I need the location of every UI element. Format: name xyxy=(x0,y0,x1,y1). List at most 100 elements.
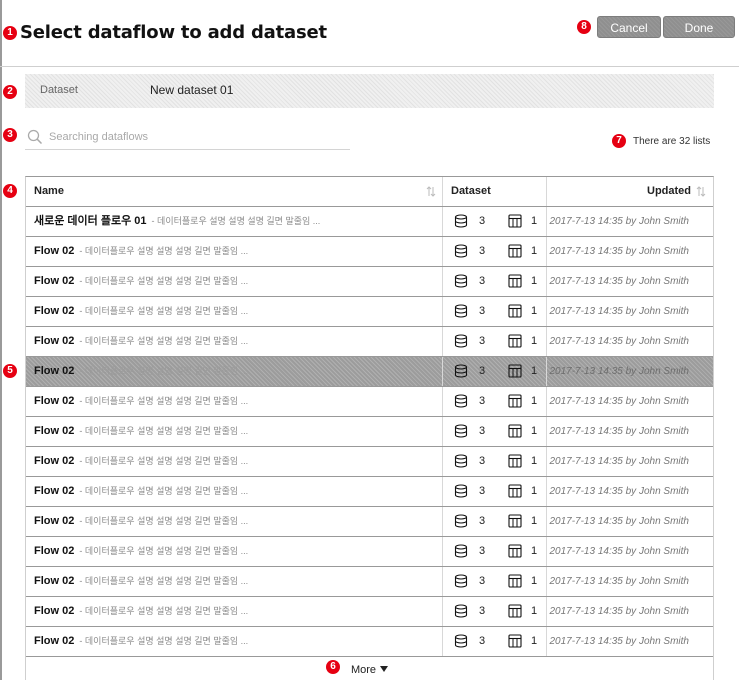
updated-info: 2017-7-13 14:35 by John Smith xyxy=(549,426,689,437)
column-divider xyxy=(546,507,547,536)
table-row[interactable]: Flow 02 - 데이터플로우 설명 설명 설명 길면 말줄임 ... 3 1… xyxy=(26,357,713,387)
flow-description: - 데이터플로우 설명 설명 설명 길면 말줄임 ... xyxy=(79,456,249,466)
done-button[interactable]: Done xyxy=(663,16,735,38)
table-row[interactable]: Flow 02 - 데이터플로우 설명 설명 설명 길면 말줄임 ... 3 1… xyxy=(26,447,713,477)
table-row[interactable]: Flow 02 - 데이터플로우 설명 설명 설명 길면 말줄임 ... 3 1… xyxy=(26,387,713,417)
row-name: Flow 02 - 데이터플로우 설명 설명 설명 길면 말줄임 ... xyxy=(34,477,248,506)
row-name: Flow 02 - 데이터플로우 설명 설명 설명 길면 말줄임 ... xyxy=(34,417,248,446)
flow-name: Flow 02 xyxy=(34,275,75,287)
annotation-badge-4: 4 xyxy=(3,184,17,198)
dataset-label: Dataset xyxy=(40,84,78,96)
column-divider xyxy=(546,417,547,446)
updated-info: 2017-7-13 14:35 by John Smith xyxy=(549,306,689,317)
database-icon xyxy=(454,574,468,588)
more-button[interactable]: More xyxy=(26,657,713,680)
flow-name: 새로운 데이터 플로우 01 xyxy=(34,215,147,227)
flow-name: Flow 02 xyxy=(34,635,75,647)
column-divider xyxy=(442,537,443,566)
column-divider xyxy=(442,627,443,656)
database-icon xyxy=(454,514,468,528)
table-row[interactable]: Flow 02 - 데이터플로우 설명 설명 설명 길면 말줄임 ... 3 1… xyxy=(26,267,713,297)
table-icon xyxy=(508,304,522,318)
column-divider xyxy=(546,387,547,416)
column-header-updated[interactable]: Updated xyxy=(647,177,691,206)
table-icon xyxy=(508,214,522,228)
row-name: Flow 02 - 데이터플로우 설명 설명 설명 길면 말줄임 ... xyxy=(34,267,248,296)
table-icon xyxy=(508,274,522,288)
flow-description: - 데이터플로우 설명 설명 설명 길면 말줄임 ... xyxy=(79,546,249,556)
table-count: 1 xyxy=(531,485,538,497)
table-row[interactable]: Flow 02 - 데이터플로우 설명 설명 설명 길면 말줄임 ... 3 1… xyxy=(26,417,713,447)
sort-icon[interactable] xyxy=(696,186,706,197)
table-count: 1 xyxy=(531,395,538,407)
table-icon xyxy=(508,574,522,588)
table-count: 1 xyxy=(531,335,538,347)
database-icon xyxy=(454,394,468,408)
column-header-name[interactable]: Name xyxy=(34,177,64,206)
updated-info: 2017-7-13 14:35 by John Smith xyxy=(549,486,689,497)
flow-description: - 데이터플로우 설명 설명 설명 길면 말줄임 ... xyxy=(79,336,249,346)
dataset-count: 3 xyxy=(479,305,486,317)
annotation-badge-5: 5 xyxy=(3,364,17,378)
table-row[interactable]: Flow 02 - 데이터플로우 설명 설명 설명 길면 말줄임 ... 3 1… xyxy=(26,237,713,267)
table-icon xyxy=(508,514,522,528)
dataset-count: 3 xyxy=(479,215,486,227)
flow-name: Flow 02 xyxy=(34,485,75,497)
dataset-count: 3 xyxy=(479,545,486,557)
table-row[interactable]: Flow 02 - 데이터플로우 설명 설명 설명 길면 말줄임 ... 3 1… xyxy=(26,567,713,597)
updated-info: 2017-7-13 14:35 by John Smith xyxy=(549,216,689,227)
flow-name: Flow 02 xyxy=(34,605,75,617)
table-count: 1 xyxy=(531,275,538,287)
database-icon xyxy=(454,604,468,618)
table-count: 1 xyxy=(531,635,538,647)
database-icon xyxy=(454,424,468,438)
table-row[interactable]: Flow 02 - 데이터플로우 설명 설명 설명 길면 말줄임 ... 3 1… xyxy=(26,297,713,327)
dataset-count: 3 xyxy=(479,425,486,437)
table-row[interactable]: Flow 02 - 데이터플로우 설명 설명 설명 길면 말줄임 ... 3 1… xyxy=(26,477,713,507)
flow-name: Flow 02 xyxy=(34,545,75,557)
database-icon xyxy=(454,274,468,288)
column-divider xyxy=(442,357,443,386)
table-count: 1 xyxy=(531,425,538,437)
sort-icon[interactable] xyxy=(426,186,436,197)
dataset-count: 3 xyxy=(479,395,486,407)
column-divider xyxy=(442,177,443,206)
table-row[interactable]: Flow 02 - 데이터플로우 설명 설명 설명 길면 말줄임 ... 3 1… xyxy=(26,327,713,357)
column-divider xyxy=(546,327,547,356)
search-input[interactable] xyxy=(49,128,344,146)
table-row[interactable]: 새로운 데이터 플로우 01 - 데이터플로우 설명 설명 설명 길면 말줄임 … xyxy=(26,207,713,237)
flow-description: - 데이터플로우 설명 설명 설명 길면 말줄임 ... xyxy=(79,246,249,256)
table-row[interactable]: Flow 02 - 데이터플로우 설명 설명 설명 길면 말줄임 ... 3 1… xyxy=(26,627,713,657)
row-name: Flow 02 - 데이터플로우 설명 설명 설명 길면 말줄임 ... xyxy=(34,627,248,656)
column-divider xyxy=(546,537,547,566)
search-icon[interactable] xyxy=(27,129,43,145)
table-header: Name Dataset Updated xyxy=(26,177,713,207)
dataset-count: 3 xyxy=(479,275,486,287)
column-divider xyxy=(546,297,547,326)
row-name: Flow 02 - 데이터플로우 설명 설명 설명 길면 말줄임 ... xyxy=(34,357,248,386)
database-icon xyxy=(454,454,468,468)
table-count: 1 xyxy=(531,515,538,527)
annotation-badge-7: 7 xyxy=(612,134,626,148)
table-icon xyxy=(508,244,522,258)
row-name: Flow 02 - 데이터플로우 설명 설명 설명 길면 말줄임 ... xyxy=(34,327,248,356)
table-row[interactable]: Flow 02 - 데이터플로우 설명 설명 설명 길면 말줄임 ... 3 1… xyxy=(26,597,713,627)
flow-name: Flow 02 xyxy=(34,365,75,377)
database-icon xyxy=(454,304,468,318)
header-divider xyxy=(0,66,739,67)
flow-description: - 데이터플로우 설명 설명 설명 길면 말줄임 ... xyxy=(79,276,249,286)
dataset-count: 3 xyxy=(479,485,486,497)
table-count: 1 xyxy=(531,305,538,317)
database-icon xyxy=(454,484,468,498)
table-row[interactable]: Flow 02 - 데이터플로우 설명 설명 설명 길면 말줄임 ... 3 1… xyxy=(26,507,713,537)
flow-name: Flow 02 xyxy=(34,515,75,527)
table-row[interactable]: Flow 02 - 데이터플로우 설명 설명 설명 길면 말줄임 ... 3 1… xyxy=(26,537,713,567)
column-divider xyxy=(442,327,443,356)
database-icon xyxy=(454,634,468,648)
updated-info: 2017-7-13 14:35 by John Smith xyxy=(549,636,689,647)
dataset-count: 3 xyxy=(479,635,486,647)
flow-name: Flow 02 xyxy=(34,305,75,317)
annotation-badge-2: 2 xyxy=(3,85,17,99)
cancel-button[interactable]: Cancel xyxy=(597,16,661,38)
database-icon xyxy=(454,544,468,558)
